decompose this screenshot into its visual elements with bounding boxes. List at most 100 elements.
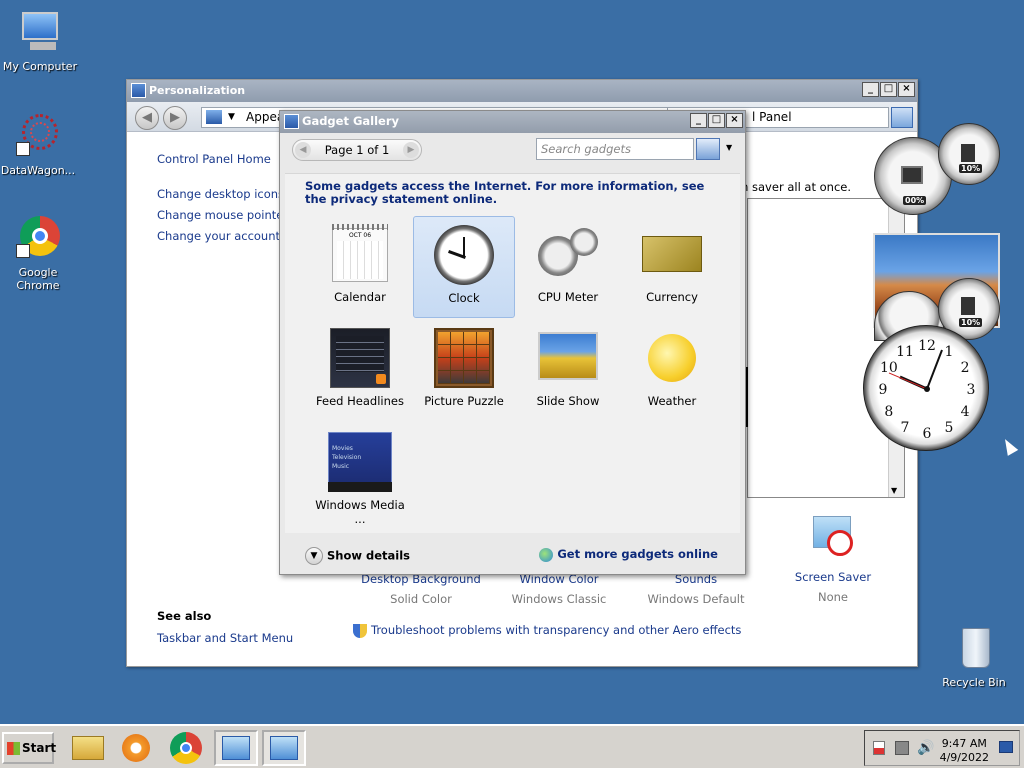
gadget-clock[interactable]: Clock [413, 216, 515, 318]
gallery-title: Gadget Gallery [302, 114, 400, 128]
clock-numeral: 11 [896, 344, 914, 360]
previous-page-icon[interactable]: ◀ [295, 142, 311, 158]
change-mouse-pointers-link[interactable]: Change mouse pointers [157, 208, 294, 222]
start-button[interactable]: Start [2, 732, 56, 764]
calendar-icon: OCT 06 [328, 222, 392, 286]
gallery-toolbar: ◀ Page 1 of 1 ▶ Search gadgets ▼ [280, 133, 745, 167]
recycle-bin-icon [950, 624, 998, 672]
clock-numeral: 7 [901, 420, 910, 436]
gallery-footer: ▼ Show details Get more gadgets online [285, 537, 740, 571]
taskbar: Start 🔊 9:47 AM 4/9/2022 [0, 724, 1024, 768]
show-details-button[interactable]: ▼ Show details [305, 547, 410, 565]
get-more-gadgets-link[interactable]: Get more gadgets online [539, 547, 718, 562]
clock-numeral: 9 [879, 382, 888, 398]
desktop-icon-google-chrome[interactable]: Google Chrome [0, 214, 78, 292]
tray-clock[interactable]: 9:47 AM 4/9/2022 [940, 737, 989, 765]
computer-icon [16, 8, 64, 56]
media-player-taskbar-button[interactable] [114, 730, 158, 766]
chevron-down-icon: ▼ [305, 547, 323, 565]
gadget-feed-headlines[interactable]: Feed Headlines [309, 320, 411, 422]
mouse-cursor-icon [999, 436, 1019, 456]
desktop-icon-recycle-bin[interactable]: Recycle Bin [934, 624, 1014, 689]
desktop-icon-label: Google Chrome [16, 266, 60, 292]
control-panel-home-link[interactable]: Control Panel Home [157, 152, 271, 166]
screen-saver-item[interactable]: Screen Saver None [773, 516, 893, 604]
desktop-background-item[interactable]: Desktop Background Solid Color [361, 572, 481, 606]
minimize-button[interactable]: _ [690, 113, 707, 128]
clock-icon [432, 223, 496, 287]
see-also-heading: See also [157, 609, 212, 623]
desktop-icon-label: Recycle Bin [942, 676, 1006, 689]
maximize-button[interactable]: □ [708, 113, 725, 128]
system-tray: 🔊 9:47 AM 4/9/2022 [864, 730, 1020, 766]
minimize-button[interactable]: _ [862, 82, 879, 97]
search-icon[interactable] [891, 107, 913, 128]
control-panel-icon [131, 83, 146, 98]
gadget-label: Slide Show [536, 394, 600, 408]
chevron-down-icon[interactable]: ▼ [726, 143, 732, 152]
gadget-label: Picture Puzzle [424, 394, 504, 408]
gadget-grid: Some gadgets access the Internet. For mo… [285, 173, 740, 533]
clock-numeral: 5 [945, 420, 954, 436]
personalization-titlebar[interactable]: Personalization _ □ × [127, 80, 917, 102]
taskbar-start-menu-link[interactable]: Taskbar and Start Menu [157, 631, 293, 645]
next-page-icon[interactable]: ▶ [403, 142, 419, 158]
gadget-label: CPU Meter [537, 290, 599, 304]
chrome-icon [14, 214, 62, 262]
show-desktop-icon[interactable] [999, 741, 1013, 753]
clock-numeral: 10 [880, 360, 898, 376]
shortcut-arrow-icon [16, 142, 30, 156]
desktop-icon-my-computer[interactable]: My Computer [0, 8, 80, 73]
scroll-down-icon[interactable]: ▼ [891, 486, 897, 495]
clock-numeral: 6 [923, 426, 932, 442]
change-desktop-icons-link[interactable]: Change desktop icons [157, 187, 284, 201]
volume-icon[interactable]: 🔊 [917, 740, 934, 756]
clock-numeral: 3 [967, 382, 976, 398]
clock-gadget[interactable]: 12 1 2 3 4 5 6 7 8 9 10 11 [863, 325, 989, 451]
desktop-icon-label: DataWagon... [0, 164, 76, 177]
page-navigator: ◀ Page 1 of 1 ▶ [292, 139, 422, 161]
page-label: Page 1 of 1 [324, 143, 390, 157]
back-button[interactable]: ◀ [135, 106, 159, 130]
rss-icon [376, 374, 386, 384]
gadget-calendar[interactable]: OCT 06 Calendar [309, 216, 411, 318]
gadget-picture-puzzle[interactable]: Picture Puzzle [413, 320, 515, 422]
action-center-flag-icon[interactable] [873, 741, 885, 755]
shield-icon [353, 623, 367, 638]
chrome-taskbar-button[interactable] [164, 730, 208, 766]
internet-info-link[interactable]: Some gadgets access the Internet. For mo… [305, 180, 715, 206]
window-color-item[interactable]: Window Color Windows Classic [499, 572, 619, 606]
gadget-weather[interactable]: Weather [621, 320, 723, 422]
gadget-currency[interactable]: Currency [621, 216, 723, 318]
gallery-titlebar[interactable]: Gadget Gallery _ □ × [280, 111, 745, 133]
gadget-label: Clock [448, 291, 480, 305]
desktop-icon-datawagon[interactable]: DataWagon... [0, 112, 78, 177]
close-button[interactable]: × [898, 82, 915, 97]
gadget-gallery-window: Gadget Gallery _ □ × ◀ Page 1 of 1 ▶ Sea… [279, 110, 746, 575]
weather-icon [640, 326, 704, 390]
network-icon[interactable] [895, 741, 909, 755]
gadget-slide-show[interactable]: Slide Show [517, 320, 619, 422]
windows-logo-icon [7, 742, 20, 755]
gadget-label: Windows Media ... [315, 498, 405, 526]
search-gadgets-input[interactable]: Search gadgets [536, 138, 694, 160]
file-explorer-taskbar-button[interactable] [66, 730, 110, 766]
forward-button[interactable]: ▶ [163, 106, 187, 130]
sounds-item[interactable]: Sounds Windows Default [636, 572, 756, 606]
gadget-label: Currency [646, 290, 698, 304]
gadget-gallery-taskbar-button[interactable] [214, 730, 258, 766]
gadget-gallery-icon [222, 736, 250, 760]
gadget-cpu-meter[interactable]: CPU Meter [517, 216, 619, 318]
memory-meter-gadget-small[interactable]: 10% [938, 123, 1000, 185]
close-button[interactable]: × [726, 113, 743, 128]
maximize-button[interactable]: □ [880, 82, 897, 97]
chevron-down-icon[interactable]: ▼ [228, 108, 235, 127]
datawagon-icon [14, 112, 62, 160]
screen-saver-icon [813, 516, 853, 562]
windows-media-center-icon: Movies Television Music [328, 430, 392, 494]
personalization-taskbar-button[interactable] [262, 730, 306, 766]
search-icon[interactable] [696, 138, 720, 160]
globe-icon [539, 547, 554, 562]
troubleshoot-link[interactable]: Troubleshoot problems with transparency … [353, 623, 741, 638]
gadget-windows-media-center[interactable]: Movies Television Music Windows Media ..… [309, 424, 411, 526]
